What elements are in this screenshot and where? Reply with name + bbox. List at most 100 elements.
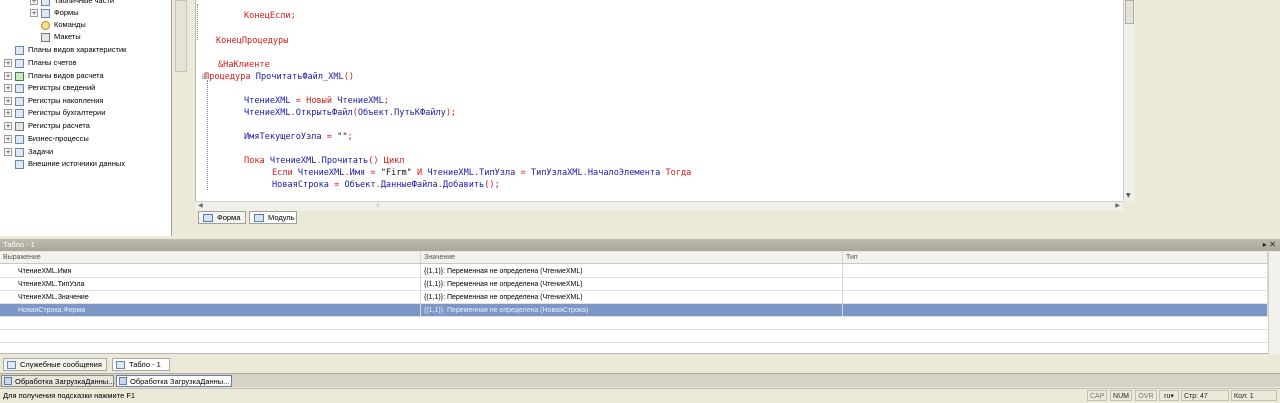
tab-service-messages[interactable]: Служебные сообщения	[3, 358, 107, 371]
tree-item[interactable]: + Регистры сведений	[4, 82, 95, 94]
table-cell-value: {(1,1)}: Переменная не определена (Чтени…	[421, 291, 843, 304]
tab-form-label: Форма	[217, 213, 241, 222]
tree-item[interactable]: + Регистры накопления	[4, 95, 103, 107]
code-line: НоваяСтрока = Объект.ДанныеФайла.Добавит…	[272, 180, 500, 190]
column-indicator: Кол: 1	[1231, 390, 1277, 401]
table-row[interactable]: ЧтениеXML.Значение {(1,1)}: Переменная не…	[0, 291, 1268, 304]
editor-vertical-scrollbar[interactable]: ▼	[1123, 0, 1135, 201]
scrollbar-grip-icon[interactable]: ⁞	[377, 202, 379, 209]
tab-watch-1-label: Табло - 1	[129, 360, 161, 369]
empty-row[interactable]	[0, 330, 1268, 343]
processing-icon	[4, 377, 12, 385]
table-cell-expr[interactable]: ЧтениеXML.Значение	[0, 291, 421, 304]
scroll-down-arrow-icon[interactable]: ▼	[1126, 192, 1131, 199]
expand-icon[interactable]: +	[4, 148, 12, 156]
template-icon	[41, 32, 50, 42]
tree-item-label: Регистры бухгалтерии	[28, 108, 106, 117]
processing-icon	[119, 377, 127, 385]
tree-item-label: Табличные части	[54, 0, 115, 5]
tree-item-label: Планы видов расчета	[28, 71, 104, 80]
table-cell-expr[interactable]: НоваяСтрока.Фирма	[0, 304, 421, 317]
tree-item[interactable]: + Задачи	[4, 146, 53, 158]
expand-icon[interactable]: +	[4, 122, 12, 130]
tree-item[interactable]: + Формы	[30, 7, 79, 19]
tree-item-label: Команды	[54, 20, 86, 29]
tasks-icon	[15, 147, 24, 157]
table-cell-type	[843, 265, 1268, 278]
watch-panel-titlebar: Табло - 1 ▸ ✕	[0, 239, 1280, 251]
caps-indicator: CAP	[1087, 390, 1107, 401]
form-icon	[41, 8, 50, 18]
tree-item[interactable]: + Бизнес-процессы	[4, 133, 89, 145]
expand-icon[interactable]: +	[4, 109, 12, 117]
tree-item[interactable]: Внешние источники данных	[4, 158, 125, 170]
watch-table[interactable]: Выражение Значение Тип ЧтениеXML.Имя {(1,…	[0, 252, 1280, 354]
expand-icon[interactable]: +	[4, 59, 12, 67]
num-indicator: NUM	[1110, 390, 1132, 401]
expand-icon[interactable]: +	[30, 0, 38, 5]
table-cell-value: {(1,1)}: Переменная не определена (Чтени…	[421, 278, 843, 291]
info-register-icon	[15, 83, 24, 93]
tree-item[interactable]: + Регистры расчета	[4, 120, 90, 132]
tab-module[interactable]: Модуль	[249, 211, 297, 224]
tree-item[interactable]: + Регистры бухгалтерии	[4, 107, 105, 119]
close-icon[interactable]: ✕	[1269, 240, 1276, 249]
code-line: ЧтениеXML = Новый ЧтениеXML;	[244, 96, 389, 106]
expand-icon[interactable]: +	[4, 97, 12, 105]
tree-scrollbar[interactable]	[172, 0, 190, 236]
column-header-expression[interactable]: Выражение	[0, 252, 421, 264]
table-cell-expr[interactable]: ЧтениеXML.ТипУзла	[0, 278, 421, 291]
tab-watch-1[interactable]: Табло - 1	[112, 358, 170, 371]
collapse-icon[interactable]: ⊟	[202, 71, 208, 83]
expand-icon[interactable]: +	[4, 135, 12, 143]
tab-service-messages-label: Служебные сообщения	[20, 360, 102, 369]
table-row[interactable]: ЧтениеXML.ТипУзла {(1,1)}: Переменная не …	[0, 278, 1268, 291]
window-tab-processing-2[interactable]: Обработка ЗагрузкаДанны...	[116, 375, 232, 387]
table-row[interactable]: ЧтениеXML.Имя {(1,1)}: Переменная не опре…	[0, 265, 1268, 278]
expand-icon[interactable]: +	[4, 84, 12, 92]
table-row[interactable]: НоваяСтрока.Фирма {(1,1)}: Переменная не …	[0, 304, 1268, 317]
tab-form[interactable]: Форма	[198, 211, 246, 224]
scrollbar-thumb[interactable]	[1125, 0, 1134, 24]
line-indicator: Стр: 47	[1181, 390, 1229, 401]
tree-item-label: Планы счетов	[28, 58, 77, 67]
tree-scrollbar-thumb[interactable]	[175, 0, 187, 72]
scroll-right-arrow-icon[interactable]: ▶	[1115, 202, 1120, 209]
column-header-type[interactable]: Тип	[843, 252, 1268, 264]
status-bar: Для получения подсказки нажмите F1 CAP N…	[0, 388, 1280, 402]
tree-item[interactable]: Команды	[30, 19, 86, 31]
accounting-register-icon	[15, 108, 24, 118]
chart-types-icon	[15, 45, 24, 55]
expand-icon[interactable]: +	[4, 72, 12, 80]
editor-horizontal-scrollbar[interactable]: ◀ ⁞ ▶	[195, 201, 1123, 211]
tab-module-label: Модуль	[268, 213, 295, 222]
code-editor[interactable]: КонецЕсли; КонецПроцедуры &НаКлиенте Про…	[195, 0, 1123, 201]
ovr-indicator: OVR	[1135, 390, 1157, 401]
bottom-panel-tabs: Служебные сообщения Табло - 1	[0, 358, 1280, 372]
code-line: Пока ЧтениеXML.Прочитать() Цикл	[244, 156, 405, 166]
configuration-tree[interactable]: + Табличные части + Формы Команды Макеты Планы…	[0, 0, 172, 236]
table-cell-expr[interactable]: ЧтениеXML.Имя	[0, 265, 421, 278]
tree-item[interactable]: + Планы видов расчета	[4, 70, 104, 82]
business-process-icon	[15, 134, 24, 144]
window-tabs: Обработка ЗагрузкаДанны... Обработка Заг…	[0, 373, 1280, 387]
window-tab-label: Обработка ЗагрузкаДанны...	[130, 377, 230, 386]
tree-item-label: Регистры накопления	[28, 96, 104, 105]
watch-table-scrollbar[interactable]	[1268, 252, 1280, 354]
calc-register-icon	[15, 121, 24, 131]
scroll-left-arrow-icon[interactable]: ◀	[198, 202, 203, 209]
expand-icon[interactable]: +	[30, 9, 38, 17]
panel-menu-icon[interactable]: ▸	[1263, 240, 1267, 249]
fold-guide	[207, 80, 208, 190]
accounts-chart-icon	[15, 58, 24, 68]
tree-item[interactable]: + Планы счетов	[4, 57, 77, 69]
column-header-value[interactable]: Значение	[421, 252, 843, 264]
code-line: &НаКлиенте	[218, 60, 270, 70]
tree-item[interactable]: Планы видов характеристик	[4, 44, 126, 56]
language-indicator[interactable]: ru▾	[1159, 390, 1179, 401]
tree-item[interactable]: + Табличные части	[30, 0, 114, 7]
empty-row[interactable]	[0, 317, 1268, 330]
window-tab-processing-1[interactable]: Обработка ЗагрузкаДанны...	[1, 375, 114, 387]
editor-tabs: Форма Модуль	[195, 211, 1135, 225]
tree-item[interactable]: Макеты	[30, 31, 81, 43]
